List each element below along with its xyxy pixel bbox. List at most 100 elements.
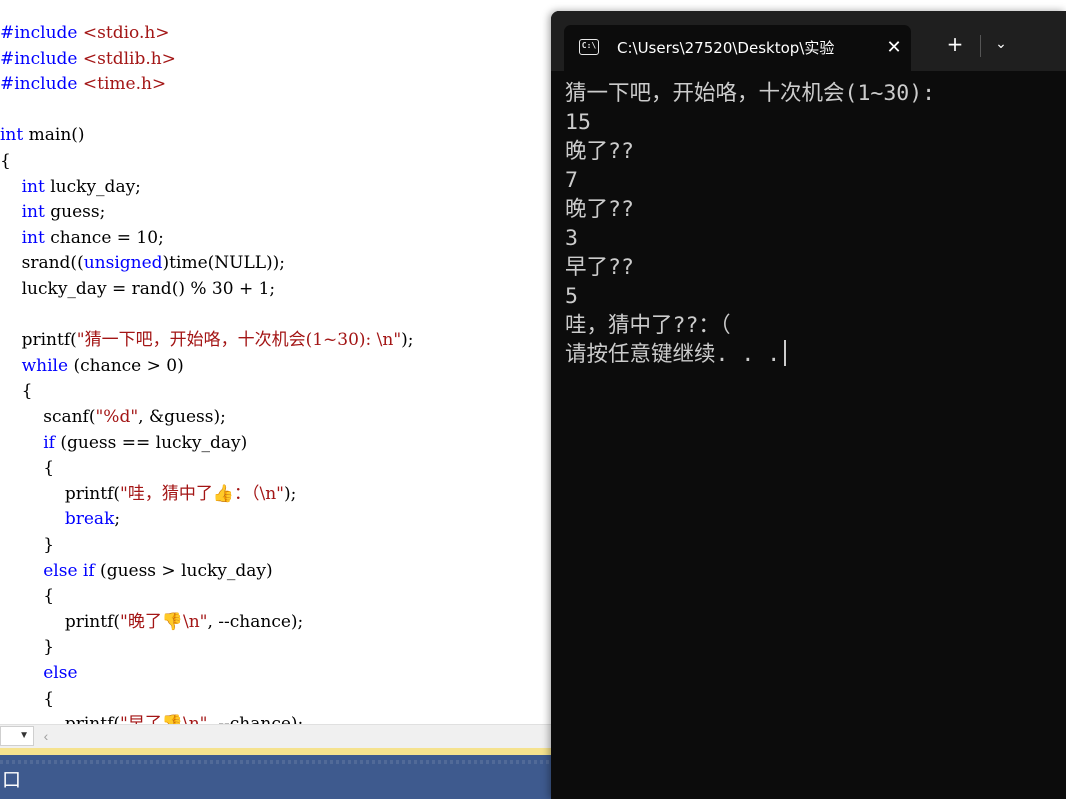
code-line: }	[0, 533, 54, 558]
terminal-output-line: 哇，猜中了??：（	[565, 313, 731, 338]
code-keyword: unsigned	[83, 253, 163, 274]
code-line: scanf("%d", &guess);	[0, 405, 226, 430]
code-text: printf(	[0, 483, 120, 504]
status-bar-stripe	[0, 760, 551, 764]
code-line: int guess;	[0, 200, 106, 225]
code-string: "猜一下吧，开始咯，十次机会(1~30): \n"	[76, 330, 402, 351]
code-line: printf("早了👎\n", --chance);	[0, 712, 303, 724]
code-text: main()	[23, 125, 85, 146]
code-line: {	[0, 687, 54, 712]
terminal-window[interactable]: C:\ C:\Users\27520\Desktop\实验 ✕ + ⌄ 猜一下吧…	[551, 11, 1066, 799]
code-text: (guess == lucky_day)	[54, 432, 248, 453]
code-text: {	[0, 688, 55, 709]
code-line: int lucky_day;	[0, 175, 141, 200]
console-icon: C:\	[579, 39, 599, 55]
terminal-titlebar: C:\ C:\Users\27520\Desktop\实验 ✕ + ⌄	[551, 11, 1066, 71]
close-tab-icon[interactable]: ✕	[882, 36, 906, 60]
code-line: while (chance > 0)	[0, 354, 184, 379]
code-text: printf(	[0, 714, 120, 724]
code-line: {	[0, 456, 54, 481]
terminal-output-line: 5	[565, 284, 578, 309]
terminal-output-line: 15	[565, 110, 591, 135]
editor-zoom-dropdown[interactable]: ▼	[0, 726, 34, 746]
terminal-output-line: 3	[565, 226, 578, 251]
code-line: {	[0, 379, 33, 404]
code-text: chance = 10;	[44, 227, 164, 248]
terminal-output-line: 晚了??	[565, 197, 634, 222]
code-string: <stdio.h>	[82, 23, 170, 43]
code-string: "%d"	[95, 407, 139, 427]
code-line: lucky_day = rand() % 30 + 1;	[0, 277, 276, 302]
code-text: (guess > lucky_day)	[94, 560, 273, 581]
code-text: guess;	[44, 202, 106, 223]
status-bar-glyph: 口	[2, 769, 22, 791]
code-text: );	[283, 483, 297, 504]
code-text: printf(	[0, 330, 77, 351]
code-text: lucky_day;	[44, 176, 141, 197]
titlebar-divider	[980, 35, 981, 57]
code-text: {	[0, 458, 55, 479]
code-line: printf("猜一下吧，开始咯，十次机会(1~30): \n");	[0, 328, 414, 353]
code-text: )time(NULL));	[162, 253, 286, 274]
new-tab-button[interactable]: +	[943, 32, 967, 56]
code-line: printf("晚了👎\n", --chance);	[0, 610, 303, 635]
code-line: int chance = 10;	[0, 226, 164, 251]
tab-dropdown-chevron-icon[interactable]: ⌄	[989, 32, 1013, 56]
code-text: printf(	[0, 611, 120, 632]
code-text: }	[0, 535, 55, 555]
code-keyword: #include	[0, 74, 83, 95]
code-text: );	[401, 330, 414, 351]
code-line: if (guess == lucky_day)	[0, 431, 247, 456]
code-keyword: else	[43, 663, 78, 683]
ide-status-bar: 口	[0, 755, 551, 799]
editor-info-strip	[0, 748, 551, 755]
code-keyword: while	[21, 355, 69, 376]
code-text: srand((	[0, 253, 84, 274]
code-keyword: break	[64, 509, 115, 530]
code-text: , &guess);	[138, 407, 226, 427]
code-line: }	[0, 635, 54, 660]
terminal-prompt-line: 请按任意键继续. . .	[565, 340, 787, 369]
code-string: "哇，猜中了👍：（\n"	[120, 483, 284, 504]
code-keyword: int	[21, 176, 45, 197]
code-text: ;	[114, 509, 121, 530]
code-line: printf("哇，猜中了👍：（\n");	[0, 482, 297, 507]
code-text: {	[0, 151, 11, 171]
code-editor[interactable]: #include <stdio.h> #include <stdlib.h> #in…	[0, 0, 551, 724]
code-line: break;	[0, 507, 120, 532]
code-line: #include <stdlib.h>	[0, 47, 176, 72]
terminal-prompt-text: 请按任意键继续. . .	[565, 342, 781, 367]
code-text: lucky_day = rand() % 30 + 1;	[0, 279, 276, 299]
code-string: "晚了👎\n"	[120, 611, 208, 632]
terminal-output-line: 7	[565, 168, 578, 193]
code-line: #include <time.h>	[0, 72, 166, 97]
terminal-output-line: 晚了??	[565, 139, 634, 164]
editor-horizontal-scrollbar[interactable]	[0, 724, 551, 749]
code-line: {	[0, 149, 11, 174]
terminal-tab[interactable]: C:\ C:\Users\27520\Desktop\实验 ✕	[564, 25, 911, 71]
code-keyword: int	[21, 227, 45, 248]
code-string: <stdlib.h>	[82, 48, 176, 69]
code-text: , --chance);	[207, 611, 304, 632]
terminal-output[interactable]: 猜一下吧，开始咯，十次机会(1~30): 15 晚了?? 7 晚了?? 3 早了…	[551, 71, 1066, 799]
terminal-output-line: 猜一下吧，开始咯，十次机会(1~30):	[565, 81, 936, 106]
code-text: {	[0, 381, 33, 402]
code-line: int main()	[0, 123, 85, 148]
code-keyword: if	[43, 432, 55, 453]
code-text: }	[0, 637, 55, 658]
code-text: {	[0, 586, 55, 607]
code-line: srand((unsigned)time(NULL));	[0, 251, 285, 276]
scroll-left-arrow-icon[interactable]: ‹	[38, 727, 54, 745]
code-line: {	[0, 584, 54, 609]
code-text: scanf(	[0, 407, 96, 427]
code-line: #include <stdio.h>	[0, 21, 170, 46]
code-text: (chance > 0)	[68, 355, 184, 376]
code-keyword: int	[0, 125, 24, 146]
code-keyword: else if	[43, 560, 95, 581]
